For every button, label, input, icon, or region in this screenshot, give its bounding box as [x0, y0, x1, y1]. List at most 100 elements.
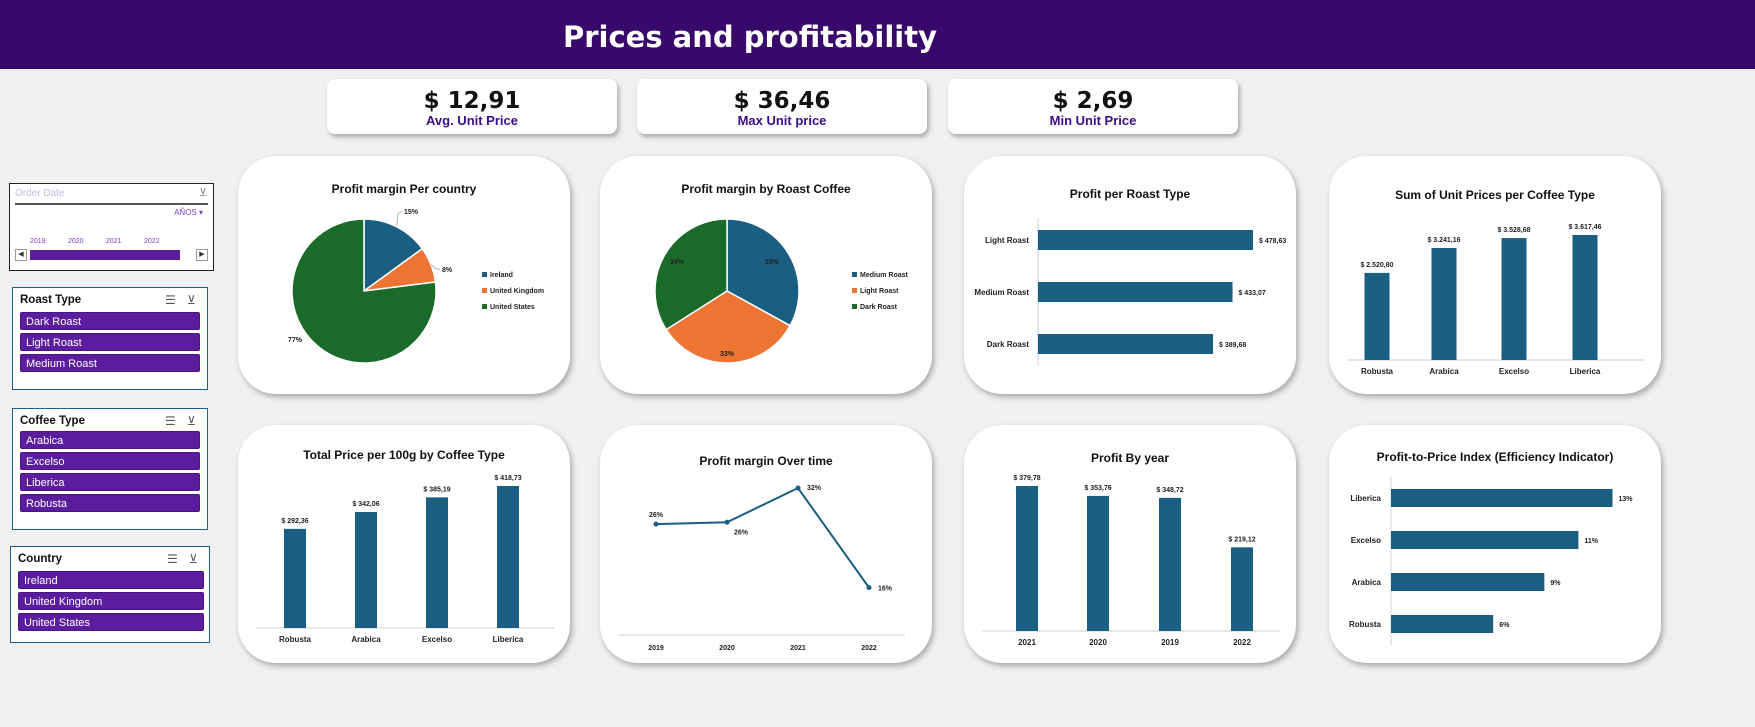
category-label: Excelso [422, 635, 452, 644]
slicer-title: Roast Type [20, 294, 82, 306]
multi-select-icon[interactable]: ☰ [167, 552, 178, 566]
kpi-value: $ 12,91 [423, 88, 521, 114]
multi-select-icon[interactable]: ☰ [165, 414, 176, 428]
legend-swatch [482, 304, 487, 309]
bar [1016, 486, 1038, 631]
slicer-item-medium-roast[interactable]: Medium Roast [20, 354, 200, 372]
header-banner: Prices and profitability [0, 0, 1755, 69]
clear-filter-icon[interactable]: ⊻ [189, 552, 198, 566]
timeline-year[interactable]: 2021 [106, 238, 122, 245]
chart-title: Profit-to-Price Index (Efficiency Indica… [1377, 450, 1614, 464]
coffee-type-slicer: Coffee Type ☰ ⊻ Arabica Excelso Liberica… [12, 408, 208, 530]
timeline-year[interactable]: 2019 [30, 238, 46, 245]
pie-chart-profit-margin-country: Profit margin Per country 15% 8% 77% Ireland… [288, 182, 544, 364]
multi-select-icon[interactable]: ☰ [165, 293, 176, 307]
legend-label: Light Roast [860, 288, 899, 295]
data-label: $ 3.241,16 [1427, 237, 1460, 244]
bar [355, 512, 377, 628]
kpi-avg-unit-price: $ 12,91 Avg. Unit Price [327, 79, 617, 134]
timeline-level-dropdown[interactable]: AÑOS ▾ [174, 208, 203, 217]
data-label: 77% [288, 337, 303, 344]
category-label: 2019 [1161, 638, 1179, 647]
data-label: $ 389,68 [1219, 342, 1246, 349]
chart-title: Profit margin Over time [699, 454, 833, 468]
timeline-divider [15, 203, 208, 205]
timeline-year[interactable]: 2020 [68, 238, 84, 245]
slicer-item-dark-roast[interactable]: Dark Roast [20, 312, 200, 330]
bar-chart-profit-roast-type: Profit per Roast Type Light Roast $ 478,63… [974, 187, 1286, 366]
bar [1038, 282, 1233, 302]
legend-swatch [482, 288, 487, 293]
slicer-item-united-kingdom[interactable]: United Kingdom [18, 592, 204, 610]
category-label: 2022 [1233, 638, 1251, 647]
chart-card-sum-unit-price: Sum of Unit Prices per Coffee Type $ 2.52… [1329, 156, 1661, 394]
chart-title: Profit By year [1091, 451, 1169, 465]
timeline-year[interactable]: 2022 [144, 238, 160, 245]
chart-title: Profit margin by Roast Coffee [681, 182, 851, 196]
bar-chart-sum-unit-price: Sum of Unit Prices per Coffee Type $ 2.52… [1347, 188, 1645, 376]
slicer-item-ireland[interactable]: Ireland [18, 571, 204, 589]
category-label: Robusta [279, 635, 312, 644]
legend-swatch [852, 272, 857, 277]
legend-label: Medium Roast [860, 272, 909, 279]
data-label: $ 478,63 [1259, 238, 1286, 245]
slicer-item-arabica[interactable]: Arabica [20, 431, 200, 449]
data-label: 26% [734, 529, 749, 536]
pie-chart-profit-margin-roast: Profit margin by Roast Coffee 33% 33% 34% Me… [654, 182, 909, 364]
data-label: 13% [1618, 496, 1633, 503]
leader-line [396, 210, 403, 227]
scroll-left-icon[interactable]: ◀ [15, 249, 27, 261]
data-label: 32% [807, 485, 822, 492]
category-label: Liberica [1570, 367, 1601, 376]
scroll-right-icon[interactable]: ▶ [196, 249, 208, 261]
country-slicer: Country ☰ ⊻ Ireland United Kingdom Unite… [10, 546, 210, 643]
data-label: $ 219,12 [1228, 536, 1255, 543]
order-date-timeline[interactable]: Order Date ⊻ AÑOS ▾ 2019 2020 2021 2022 … [9, 183, 214, 271]
roast-type-slicer: Roast Type ☰ ⊻ Dark Roast Light Roast Me… [12, 287, 208, 390]
chart-card-profit-margin-roast: Profit margin by Roast Coffee 33% 33% 34% Me… [600, 156, 932, 394]
category-label: Liberica [1350, 494, 1381, 503]
data-label: $ 3.617,46 [1568, 224, 1601, 231]
bar [1038, 230, 1253, 250]
category-label: 2022 [861, 645, 877, 652]
data-label: $ 385,19 [423, 486, 450, 493]
clear-filter-icon[interactable]: ⊻ [187, 414, 196, 428]
timeline-range-bar[interactable] [30, 250, 180, 260]
bar-chart-profit-price-index: Profit-to-Price Index (Efficiency Indica… [1349, 450, 1633, 645]
page-title: Prices and profitability [562, 20, 938, 54]
category-label: 2020 [1089, 638, 1107, 647]
chart-title: Total Price per 100g by Coffee Type [303, 448, 505, 462]
bar [1087, 495, 1109, 631]
data-label: 15% [404, 209, 419, 216]
category-label: 2021 [790, 645, 806, 652]
legend-label: Dark Roast [860, 304, 898, 311]
slicer-item-united-states[interactable]: United States [18, 613, 204, 631]
category-label: 2019 [648, 645, 664, 652]
category-label: Liberica [493, 635, 524, 644]
bar [1391, 531, 1579, 549]
data-label: $ 292,36 [281, 518, 308, 525]
legend-label: United States [490, 304, 535, 311]
data-label: $ 379,78 [1013, 475, 1040, 482]
data-point [724, 519, 730, 525]
category-label: Arabica [351, 635, 381, 644]
slicer-title: Coffee Type [20, 415, 85, 427]
slicer-item-robusta[interactable]: Robusta [20, 494, 200, 512]
legend-label: United Kingdom [490, 288, 544, 295]
bar [1391, 615, 1494, 633]
category-label: Robusta [1361, 367, 1394, 376]
slicer-item-light-roast[interactable]: Light Roast [20, 333, 200, 351]
clear-filter-icon[interactable]: ⊻ [199, 186, 207, 199]
kpi-value: $ 36,46 [733, 88, 831, 114]
chart-card-profit-by-year: Profit By year $ 379,78 2021 $ 353,76 2020 $ … [964, 425, 1296, 663]
data-point [653, 521, 659, 527]
data-label: $ 342,06 [352, 501, 379, 508]
legend-label: Ireland [490, 272, 513, 279]
legend-swatch [852, 304, 857, 309]
slicer-item-liberica[interactable]: Liberica [20, 473, 200, 491]
data-label: 33% [720, 351, 735, 358]
slicer-item-excelso[interactable]: Excelso [20, 452, 200, 470]
clear-filter-icon[interactable]: ⊻ [187, 293, 196, 307]
data-label: 9% [1550, 580, 1561, 587]
bar [1501, 238, 1527, 360]
